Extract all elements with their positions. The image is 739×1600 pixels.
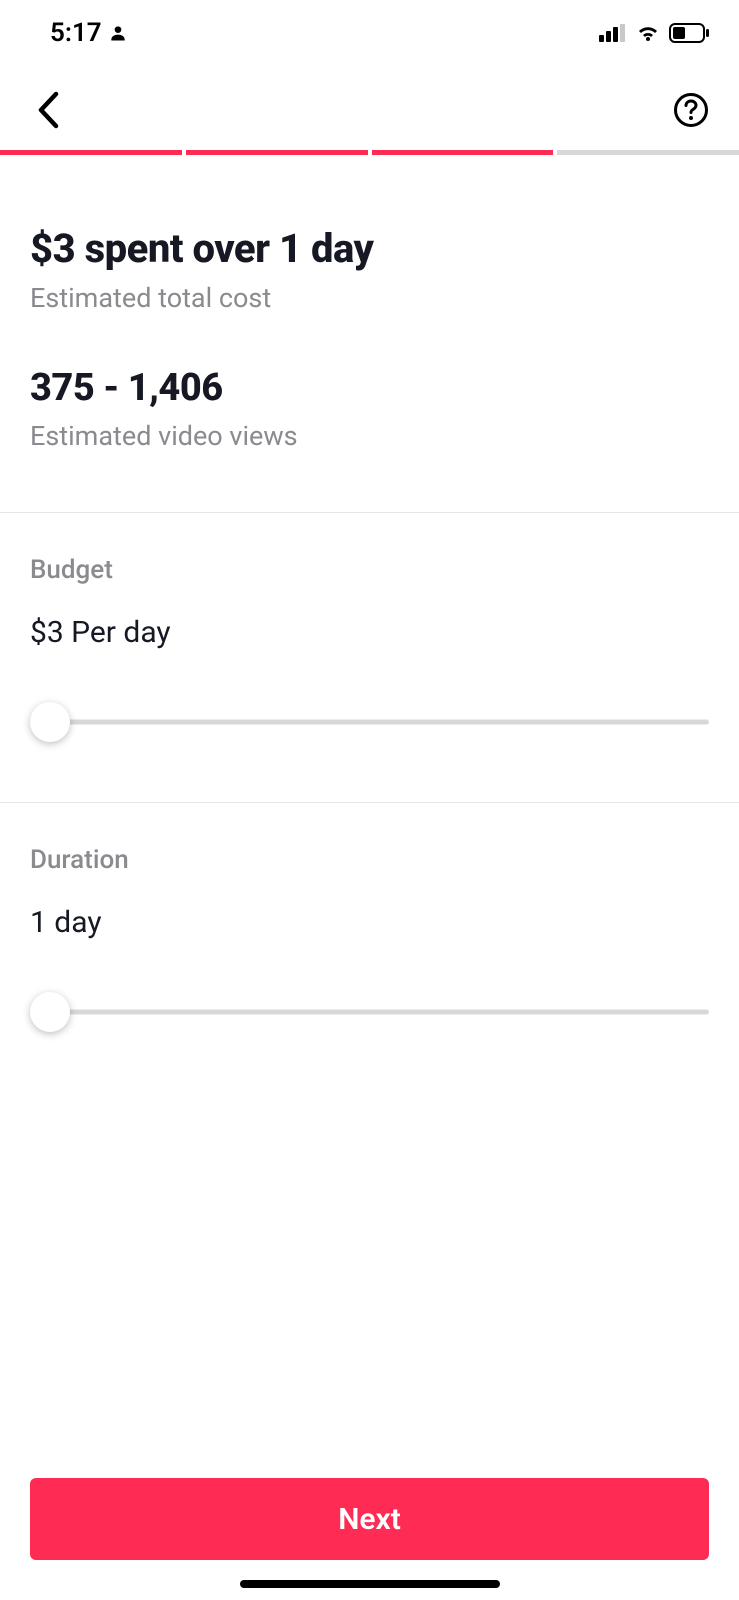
cellular-icon	[599, 24, 627, 42]
progress-segment	[557, 150, 739, 155]
slider-thumb[interactable]	[30, 702, 70, 742]
help-icon	[673, 92, 709, 128]
progress-bar	[0, 150, 739, 155]
progress-segment	[186, 150, 368, 155]
budget-value: $3 Per day	[30, 615, 709, 650]
help-button[interactable]	[671, 90, 711, 130]
chevron-left-icon	[37, 91, 59, 129]
duration-section: Duration 1 day	[30, 803, 709, 1092]
next-button[interactable]: Next	[30, 1478, 709, 1560]
content: $3 spent over 1 day Estimated total cost…	[0, 225, 739, 1092]
slider-track	[30, 1010, 709, 1015]
status-time-group: 5:17	[50, 18, 128, 48]
views-value: 375 - 1,406	[30, 366, 709, 410]
views-sublabel: Estimated video views	[30, 420, 709, 452]
summary-block: $3 spent over 1 day Estimated total cost…	[30, 225, 709, 452]
status-bar: 5:17	[0, 0, 739, 60]
nav-bar	[0, 60, 739, 150]
duration-slider[interactable]	[30, 992, 709, 1032]
progress-segment	[372, 150, 554, 155]
duration-label: Duration	[30, 845, 709, 875]
battery-icon	[669, 23, 709, 43]
back-button[interactable]	[28, 90, 68, 130]
status-time: 5:17	[50, 18, 102, 48]
progress-segment	[0, 150, 182, 155]
duration-value: 1 day	[30, 905, 709, 940]
slider-thumb[interactable]	[30, 992, 70, 1032]
cost-sublabel: Estimated total cost	[30, 282, 709, 314]
wifi-icon	[635, 23, 661, 43]
budget-section: Budget $3 Per day	[30, 513, 709, 802]
cost-title: $3 spent over 1 day	[30, 225, 709, 272]
budget-slider[interactable]	[30, 702, 709, 742]
status-right	[599, 23, 709, 43]
footer: Next	[30, 1478, 709, 1560]
budget-label: Budget	[30, 555, 709, 585]
slider-track	[30, 720, 709, 725]
person-icon	[108, 23, 128, 43]
home-indicator	[240, 1580, 500, 1588]
